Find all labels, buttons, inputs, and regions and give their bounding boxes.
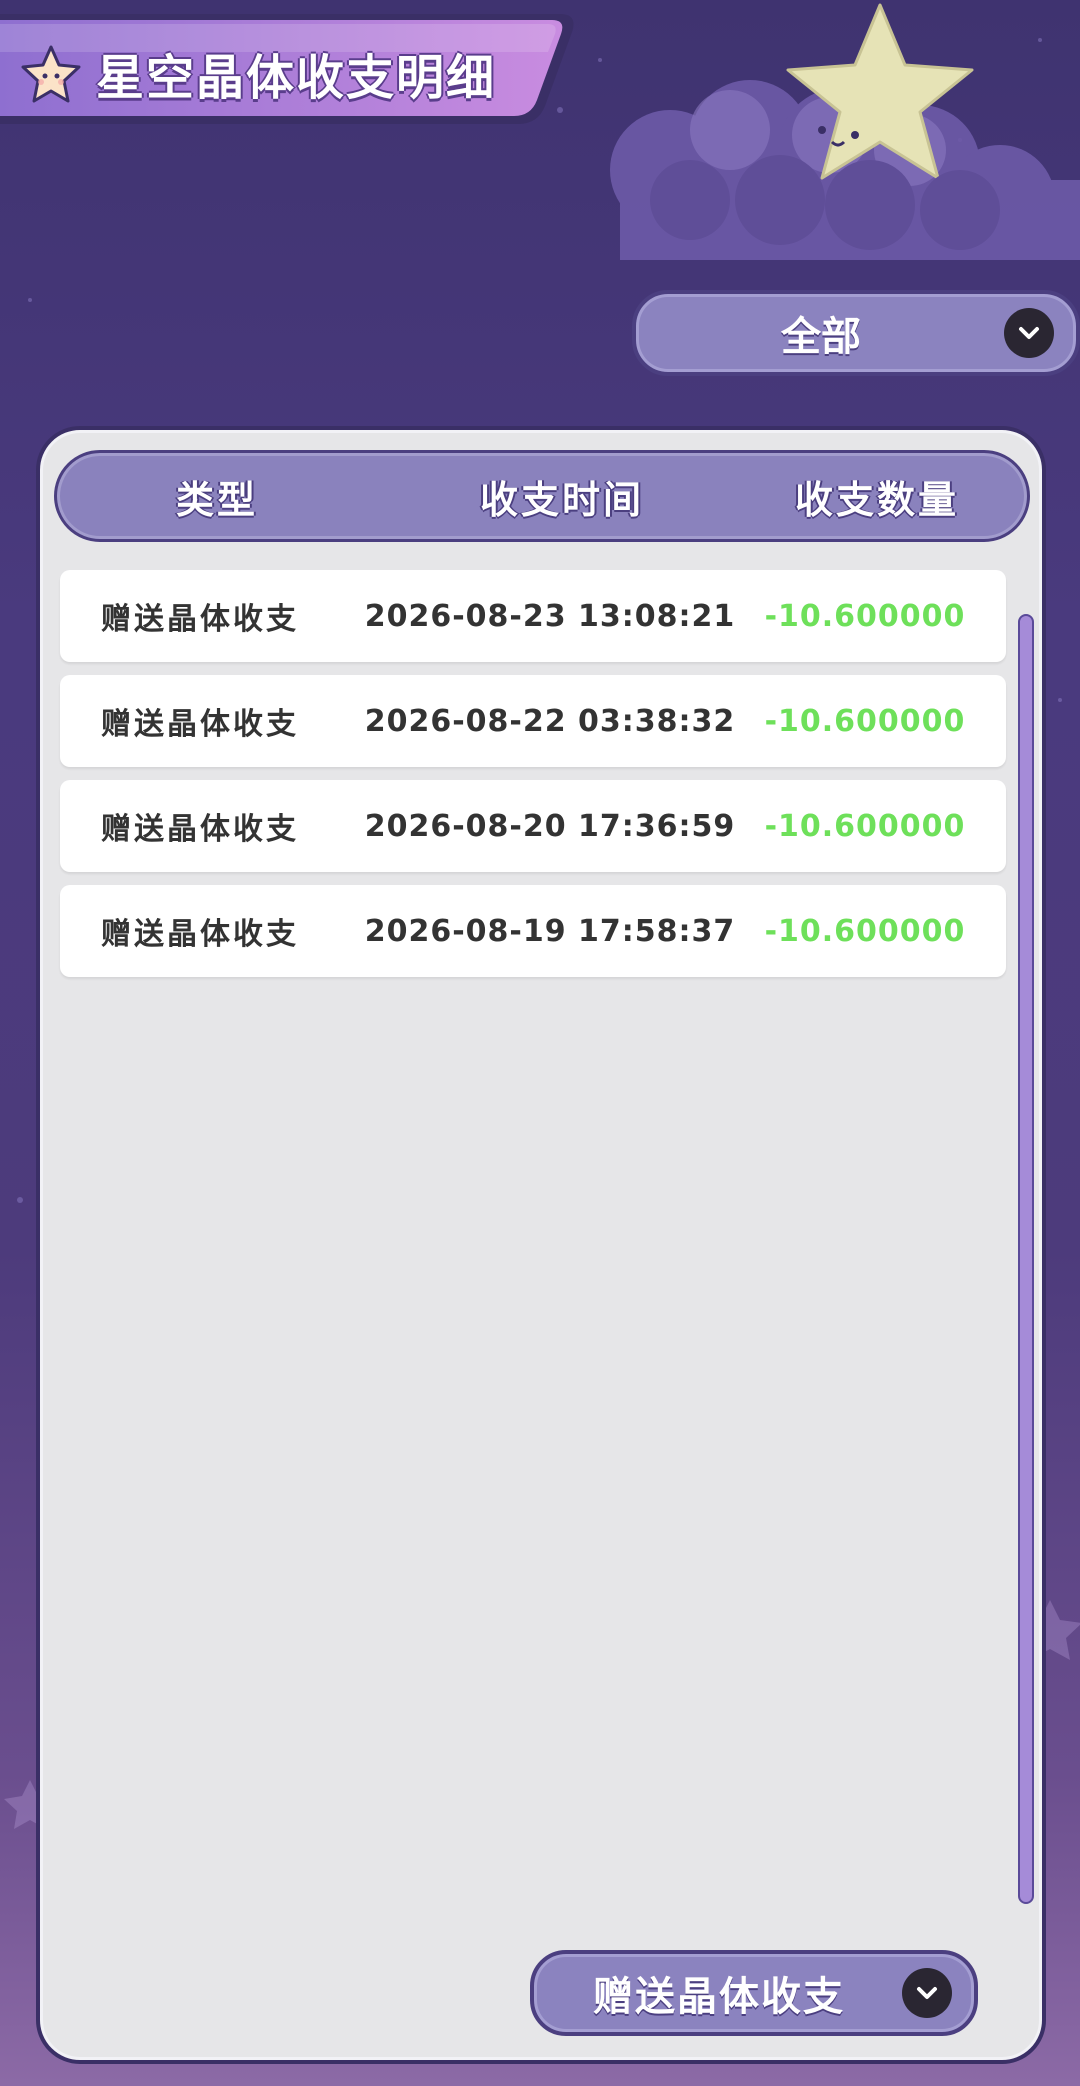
star-mascot-illustration: [580, 0, 1080, 260]
table-row[interactable]: 赠送晶体收支 2026-08-20 17:36:59 -10.600000: [60, 780, 1006, 872]
transactions-panel: 类型 收支时间 收支数量 赠送晶体收支 2026-08-23 13:08:21 …: [36, 426, 1046, 2064]
row-amount: -10.600000: [764, 808, 966, 844]
row-time: 2026-08-20 17:36:59: [364, 808, 736, 844]
row-type: 赠送晶体收支: [101, 707, 299, 742]
row-amount: -10.600000: [764, 913, 966, 949]
row-time: 2026-08-22 03:38:32: [364, 703, 736, 739]
type-filter-dropdown[interactable]: 赠送晶体收支: [530, 1950, 978, 2036]
table-header: 类型 收支时间 收支数量: [54, 450, 1030, 542]
table-row[interactable]: 赠送晶体收支 2026-08-22 03:38:32 -10.600000: [60, 675, 1006, 767]
table-row[interactable]: 赠送晶体收支 2026-08-19 17:58:37 -10.600000: [60, 885, 1006, 977]
chevron-down-icon[interactable]: [1004, 308, 1054, 358]
row-amount: -10.600000: [764, 703, 966, 739]
row-time: 2026-08-23 13:08:21: [364, 598, 736, 634]
column-header-time: 收支时间: [479, 477, 644, 522]
column-header-amount: 收支数量: [794, 477, 959, 522]
filter-selected-label: 全部: [781, 314, 861, 360]
title-banner: 星空晶体收支明细: [0, 10, 578, 128]
row-type: 赠送晶体收支: [101, 602, 299, 637]
star-icon: [20, 44, 82, 106]
row-type: 赠送晶体收支: [101, 917, 299, 952]
page-title: 星空晶体收支明细: [96, 50, 497, 106]
chevron-down-icon[interactable]: [902, 1968, 952, 2018]
type-filter-selected-label: 赠送晶体收支: [593, 1974, 845, 2020]
filter-dropdown[interactable]: 全部: [632, 290, 1080, 376]
row-time: 2026-08-19 17:58:37: [364, 913, 736, 949]
scrollbar[interactable]: [1018, 614, 1034, 1904]
transaction-list: 赠送晶体收支 2026-08-23 13:08:21 -10.600000 赠送…: [60, 570, 1006, 990]
row-type: 赠送晶体收支: [101, 812, 299, 847]
column-header-type: 类型: [175, 477, 258, 522]
row-amount: -10.600000: [764, 598, 966, 634]
table-row[interactable]: 赠送晶体收支 2026-08-23 13:08:21 -10.600000: [60, 570, 1006, 662]
